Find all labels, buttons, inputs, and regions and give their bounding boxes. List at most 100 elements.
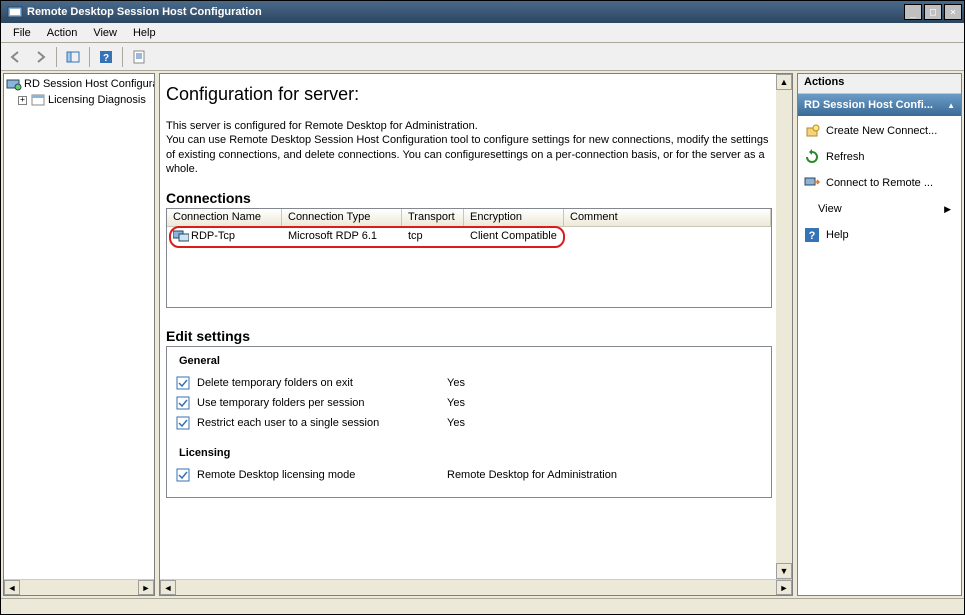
expander-icon[interactable]: +	[18, 96, 27, 105]
action-refresh[interactable]: Refresh	[798, 144, 961, 170]
setting-value: Yes	[447, 377, 465, 389]
actions-pane: Actions RD Session Host Confi... ▲ Creat…	[797, 73, 962, 596]
edit-settings-box: General Delete temporary folders on exit…	[166, 346, 772, 498]
tree-pane: RD Session Host Configura + Licensing Di…	[3, 73, 155, 596]
action-help[interactable]: ? Help	[798, 222, 961, 248]
properties-button[interactable]	[128, 46, 150, 68]
menu-help[interactable]: Help	[125, 25, 164, 41]
setting-row[interactable]: Remote Desktop licensing modeRemote Desk…	[175, 465, 763, 485]
server-icon	[6, 76, 22, 92]
col-transport[interactable]: Transport	[402, 209, 464, 226]
connections-header: Connection Name Connection Type Transpor…	[167, 209, 771, 227]
toolbar-separator	[122, 47, 123, 67]
actions-list: Create New Connect... Refresh Connect to R…	[798, 116, 961, 250]
setting-label: Restrict each user to a single session	[197, 417, 447, 429]
status-bar	[1, 598, 964, 614]
setting-value: Remote Desktop for Administration	[447, 469, 617, 481]
content-vscroll[interactable]: ▲ ▼	[776, 74, 792, 579]
app-icon	[7, 4, 23, 20]
toolbar-separator	[56, 47, 57, 67]
scroll-down-icon[interactable]: ▼	[776, 563, 792, 579]
setting-row[interactable]: Restrict each user to a single sessionYe…	[175, 413, 763, 433]
action-label: View	[818, 203, 842, 215]
tree-hscroll[interactable]: ◄ ►	[4, 579, 154, 595]
setting-label: Delete temporary folders on exit	[197, 377, 447, 389]
setting-label: Remote Desktop licensing mode	[197, 469, 447, 481]
scroll-up-icon[interactable]: ▲	[776, 74, 792, 90]
connection-row[interactable]: RDP-Tcp Microsoft RDP 6.1 tcp Client Com…	[167, 227, 771, 245]
content-hscroll[interactable]: ◄ ►	[160, 579, 792, 595]
help-button[interactable]: ?	[95, 46, 117, 68]
cell-encryption: Client Compatible	[464, 229, 564, 243]
scroll-track[interactable]	[176, 580, 776, 595]
col-encryption[interactable]: Encryption	[464, 209, 564, 226]
action-label: Help	[826, 229, 849, 241]
chevron-right-icon: ▶	[944, 204, 951, 215]
svg-text:?: ?	[103, 53, 109, 64]
setting-value: Yes	[447, 397, 465, 409]
window-controls: _ □ ×	[902, 4, 962, 20]
connections-list[interactable]: Connection Name Connection Type Transpor…	[166, 208, 772, 308]
setting-row[interactable]: Delete temporary folders on exitYes	[175, 373, 763, 393]
back-button[interactable]	[5, 46, 27, 68]
setting-value: Yes	[447, 417, 465, 429]
page-title: Configuration for server:	[166, 84, 772, 105]
col-conn-name[interactable]: Connection Name	[167, 209, 282, 226]
action-view[interactable]: View ▶	[798, 196, 961, 222]
close-button[interactable]: ×	[944, 4, 962, 20]
setting-icon	[175, 415, 191, 431]
refresh-icon	[804, 149, 820, 165]
scroll-left-icon[interactable]: ◄	[160, 580, 176, 595]
edit-settings-heading: Edit settings	[166, 328, 772, 344]
content-inner: Configuration for server: This server is…	[160, 74, 792, 579]
tree-root-label: RD Session Host Configura	[24, 78, 154, 90]
chevron-up-icon: ▲	[947, 101, 955, 110]
action-connect-to-remote[interactable]: Connect to Remote ...	[798, 170, 961, 196]
group-licensing: Licensing	[179, 447, 763, 459]
setting-icon	[175, 395, 191, 411]
menu-action[interactable]: Action	[39, 25, 86, 41]
action-label: Refresh	[826, 151, 865, 163]
connections-heading: Connections	[166, 190, 772, 206]
tree-root[interactable]: RD Session Host Configura	[6, 76, 152, 92]
group-general: General	[179, 355, 763, 367]
setting-icon	[175, 375, 191, 391]
toolbar-separator	[89, 47, 90, 67]
minimize-button[interactable]: _	[904, 4, 922, 20]
tree-child[interactable]: + Licensing Diagnosis	[6, 92, 152, 108]
col-comment[interactable]: Comment	[564, 209, 771, 226]
menu-file[interactable]: File	[5, 25, 39, 41]
scroll-left-icon[interactable]: ◄	[4, 580, 20, 595]
menu-bar: File Action View Help	[1, 23, 964, 43]
window-title: Remote Desktop Session Host Configuratio…	[27, 6, 902, 18]
scroll-right-icon[interactable]: ►	[138, 580, 154, 595]
menu-view[interactable]: View	[85, 25, 125, 41]
help-icon: ?	[804, 227, 820, 243]
scroll-track[interactable]	[776, 90, 792, 563]
content-pane: Configuration for server: This server is…	[159, 73, 793, 596]
setting-icon	[175, 467, 191, 483]
main-body: RD Session Host Configura + Licensing Di…	[1, 71, 964, 598]
new-icon	[804, 123, 820, 139]
setting-label: Use temporary folders per session	[197, 397, 447, 409]
tree-child-label: Licensing Diagnosis	[48, 94, 146, 106]
svg-text:?: ?	[809, 230, 816, 242]
forward-button[interactable]	[29, 46, 51, 68]
cell-conn-name: RDP-Tcp	[167, 227, 282, 245]
col-conn-type[interactable]: Connection Type	[282, 209, 402, 226]
show-hide-tree-button[interactable]	[62, 46, 84, 68]
actions-title: Actions	[798, 74, 961, 94]
actions-subtitle[interactable]: RD Session Host Confi... ▲	[798, 94, 961, 116]
maximize-button[interactable]: □	[924, 4, 942, 20]
action-label: Connect to Remote ...	[826, 177, 933, 189]
connect-icon	[804, 175, 820, 191]
setting-row[interactable]: Use temporary folders per sessionYes	[175, 393, 763, 413]
connection-icon	[173, 228, 189, 244]
action-create-new-connect[interactable]: Create New Connect...	[798, 118, 961, 144]
app-window: Remote Desktop Session Host Configuratio…	[0, 0, 965, 615]
page-description: This server is configured for Remote Des…	[166, 119, 772, 176]
scroll-right-icon[interactable]: ►	[776, 580, 792, 595]
tree-view[interactable]: RD Session Host Configura + Licensing Di…	[4, 74, 154, 579]
scroll-track[interactable]	[20, 580, 138, 595]
licensing-icon	[30, 92, 46, 108]
